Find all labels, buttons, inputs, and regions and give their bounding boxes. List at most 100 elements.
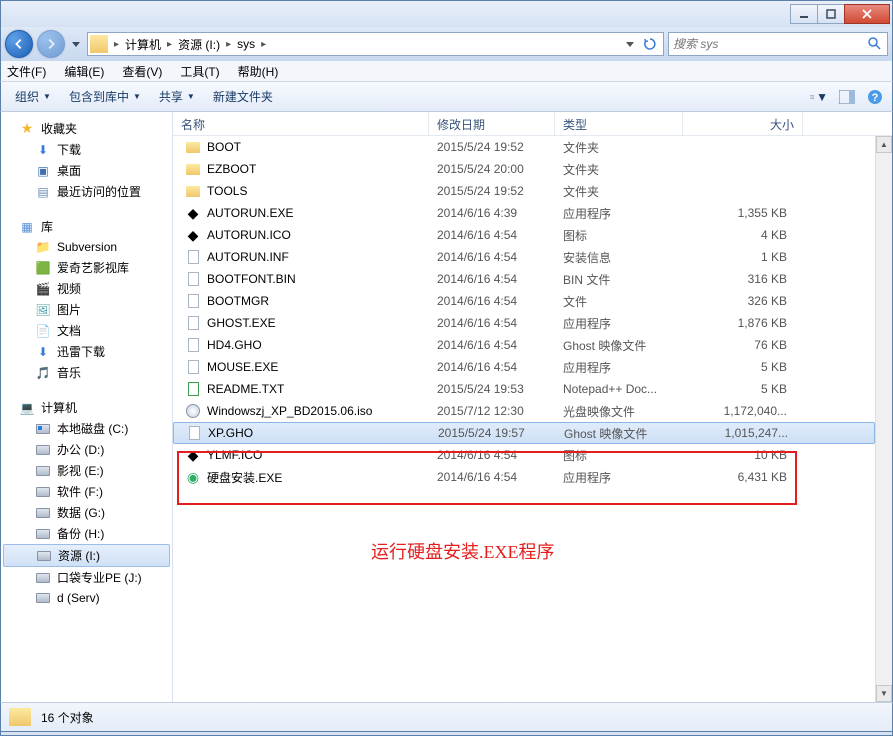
file-size: 1,015,247... xyxy=(684,426,796,440)
chevron-right-icon[interactable]: ▸ xyxy=(112,39,121,50)
sidebar-item[interactable]: ⬇迅雷下载 xyxy=(1,341,172,362)
minimize-button[interactable] xyxy=(790,4,818,24)
include-in-library-button[interactable]: 包含到库中▼ xyxy=(63,86,147,107)
sidebar-item-drive[interactable]: 备份 (H:) xyxy=(1,523,172,544)
history-dropdown[interactable] xyxy=(69,34,83,54)
menu-view[interactable]: 查看(V) xyxy=(122,63,162,80)
breadcrumb-item[interactable]: sys xyxy=(233,37,259,51)
scroll-down-button[interactable]: ▼ xyxy=(876,685,892,702)
file-row[interactable]: BOOT2015/5/24 19:52文件夹 xyxy=(173,136,875,158)
help-button[interactable]: ? xyxy=(866,88,884,106)
text-file-icon xyxy=(185,381,201,397)
sidebar-item[interactable]: 📄文档 xyxy=(1,320,172,341)
chevron-right-icon[interactable]: ▸ xyxy=(224,39,233,50)
file-icon xyxy=(185,249,201,265)
folder-icon xyxy=(9,705,33,729)
download-icon: ⬇ xyxy=(35,142,51,158)
drive-icon xyxy=(35,463,51,479)
menu-edit[interactable]: 编辑(E) xyxy=(64,63,104,80)
library-item-icon: ⬇ xyxy=(35,344,51,360)
share-button[interactable]: 共享▼ xyxy=(153,86,201,107)
file-date: 2015/5/24 19:57 xyxy=(430,426,556,440)
library-item-icon: 🟩 xyxy=(35,260,51,276)
menu-tools[interactable]: 工具(T) xyxy=(180,63,219,80)
address-dropdown[interactable] xyxy=(621,35,639,53)
column-type[interactable]: 类型 xyxy=(555,112,683,135)
refresh-button[interactable] xyxy=(641,35,659,53)
file-type: 文件夹 xyxy=(555,139,683,156)
sidebar-item-downloads[interactable]: ⬇下载 xyxy=(1,139,172,160)
menu-help[interactable]: 帮助(H) xyxy=(238,63,279,80)
column-name[interactable]: 名称 xyxy=(173,112,429,135)
libraries-group[interactable]: ▦库 xyxy=(1,216,172,237)
file-row[interactable]: AUTORUN.INF2014/6/16 4:54安装信息1 KB xyxy=(173,246,875,268)
file-row[interactable]: ◉硬盘安装.EXE2014/6/16 4:54应用程序6,431 KB xyxy=(173,466,875,488)
address-bar[interactable]: ▸ 计算机 ▸ 资源 (I:) ▸ sys ▸ xyxy=(87,32,664,56)
file-row[interactable]: EZBOOT2015/5/24 20:00文件夹 xyxy=(173,158,875,180)
file-size: 1,172,040... xyxy=(683,404,795,418)
sidebar-item[interactable]: 🖼图片 xyxy=(1,299,172,320)
vertical-scrollbar[interactable]: ▲ ▼ xyxy=(875,136,892,702)
file-row[interactable]: BOOTMGR2014/6/16 4:54文件326 KB xyxy=(173,290,875,312)
breadcrumb-item[interactable]: 资源 (I:) xyxy=(174,36,224,53)
back-button[interactable] xyxy=(5,30,33,58)
favorites-group[interactable]: ★收藏夹 xyxy=(1,118,172,139)
sidebar-item-drive[interactable]: 口袋专业PE (J:) xyxy=(1,567,172,588)
sidebar-item-drive[interactable]: 办公 (D:) xyxy=(1,439,172,460)
file-row[interactable]: Windowszj_XP_BD2015.06.iso2015/7/12 12:3… xyxy=(173,400,875,422)
file-row[interactable]: TOOLS2015/5/24 19:52文件夹 xyxy=(173,180,875,202)
close-button[interactable] xyxy=(844,4,890,24)
file-row[interactable]: BOOTFONT.BIN2014/6/16 4:54BIN 文件316 KB xyxy=(173,268,875,290)
sidebar-item-drive[interactable]: 资源 (I:) xyxy=(3,544,170,567)
file-row[interactable]: ◆AUTORUN.ICO2014/6/16 4:54图标4 KB xyxy=(173,224,875,246)
computer-group[interactable]: 💻计算机 xyxy=(1,397,172,418)
sidebar-item-drive[interactable]: 数据 (G:) xyxy=(1,502,172,523)
search-input[interactable] xyxy=(673,37,867,51)
file-row[interactable]: HD4.GHO2014/6/16 4:54Ghost 映像文件76 KB xyxy=(173,334,875,356)
column-size[interactable]: 大小 xyxy=(683,112,803,135)
sidebar-item[interactable]: 🟩爱奇艺影视库 xyxy=(1,257,172,278)
sidebar-item[interactable]: 📁Subversion xyxy=(1,237,172,257)
organize-button[interactable]: 组织▼ xyxy=(9,86,57,107)
file-rows: BOOT2015/5/24 19:52文件夹EZBOOT2015/5/24 20… xyxy=(173,136,875,702)
body: ★收藏夹 ⬇下载 ▣桌面 ▤最近访问的位置 ▦库 📁Subversion🟩爱奇艺… xyxy=(0,112,893,702)
library-item-icon: 🖼 xyxy=(35,302,51,318)
sidebar-item-drive[interactable]: 影视 (E:) xyxy=(1,460,172,481)
library-item-icon: 🎵 xyxy=(35,365,51,381)
view-mode-button[interactable]: ▼ xyxy=(810,88,828,106)
file-name: BOOT xyxy=(207,140,241,154)
file-row[interactable]: ◆AUTORUN.EXE2014/6/16 4:39应用程序1,355 KB xyxy=(173,202,875,224)
chevron-right-icon[interactable]: ▸ xyxy=(165,39,174,50)
column-date[interactable]: 修改日期 xyxy=(429,112,555,135)
file-name: TOOLS xyxy=(207,184,247,198)
sidebar-item-desktop[interactable]: ▣桌面 xyxy=(1,160,172,181)
sidebar-item-recent[interactable]: ▤最近访问的位置 xyxy=(1,181,172,202)
file-row[interactable]: README.TXT2015/5/24 19:53Notepad++ Doc..… xyxy=(173,378,875,400)
sidebar-item-drive[interactable]: 本地磁盘 (C:) xyxy=(1,418,172,439)
breadcrumb-item[interactable]: 计算机 xyxy=(121,36,165,53)
window-titlebar xyxy=(0,0,893,27)
file-row[interactable]: MOUSE.EXE2014/6/16 4:54应用程序5 KB xyxy=(173,356,875,378)
navigation-bar: ▸ 计算机 ▸ 资源 (I:) ▸ sys ▸ xyxy=(0,27,893,61)
preview-pane-button[interactable] xyxy=(838,88,856,106)
file-type: 文件夹 xyxy=(555,161,683,178)
forward-button[interactable] xyxy=(37,30,65,58)
sidebar-item[interactable]: 🎵音乐 xyxy=(1,362,172,383)
maximize-button[interactable] xyxy=(817,4,845,24)
file-type: 文件夹 xyxy=(555,183,683,200)
file-type: Ghost 映像文件 xyxy=(556,425,684,442)
file-row[interactable]: ◆YLMF.ICO2014/6/16 4:54图标10 KB xyxy=(173,444,875,466)
sidebar-item-drive[interactable]: d (Serv) xyxy=(1,588,172,608)
scroll-up-button[interactable]: ▲ xyxy=(876,136,892,153)
sidebar-item-drive[interactable]: 软件 (F:) xyxy=(1,481,172,502)
drive-icon xyxy=(35,484,51,500)
chevron-right-icon[interactable]: ▸ xyxy=(259,39,268,50)
file-date: 2014/6/16 4:54 xyxy=(429,360,555,374)
menu-file[interactable]: 文件(F) xyxy=(7,63,46,80)
search-box[interactable] xyxy=(668,32,888,56)
search-icon[interactable] xyxy=(867,36,883,52)
new-folder-button[interactable]: 新建文件夹 xyxy=(207,86,279,107)
file-row[interactable]: GHOST.EXE2014/6/16 4:54应用程序1,876 KB xyxy=(173,312,875,334)
sidebar-item[interactable]: 🎬视频 xyxy=(1,278,172,299)
file-row[interactable]: XP.GHO2015/5/24 19:57Ghost 映像文件1,015,247… xyxy=(173,422,875,444)
